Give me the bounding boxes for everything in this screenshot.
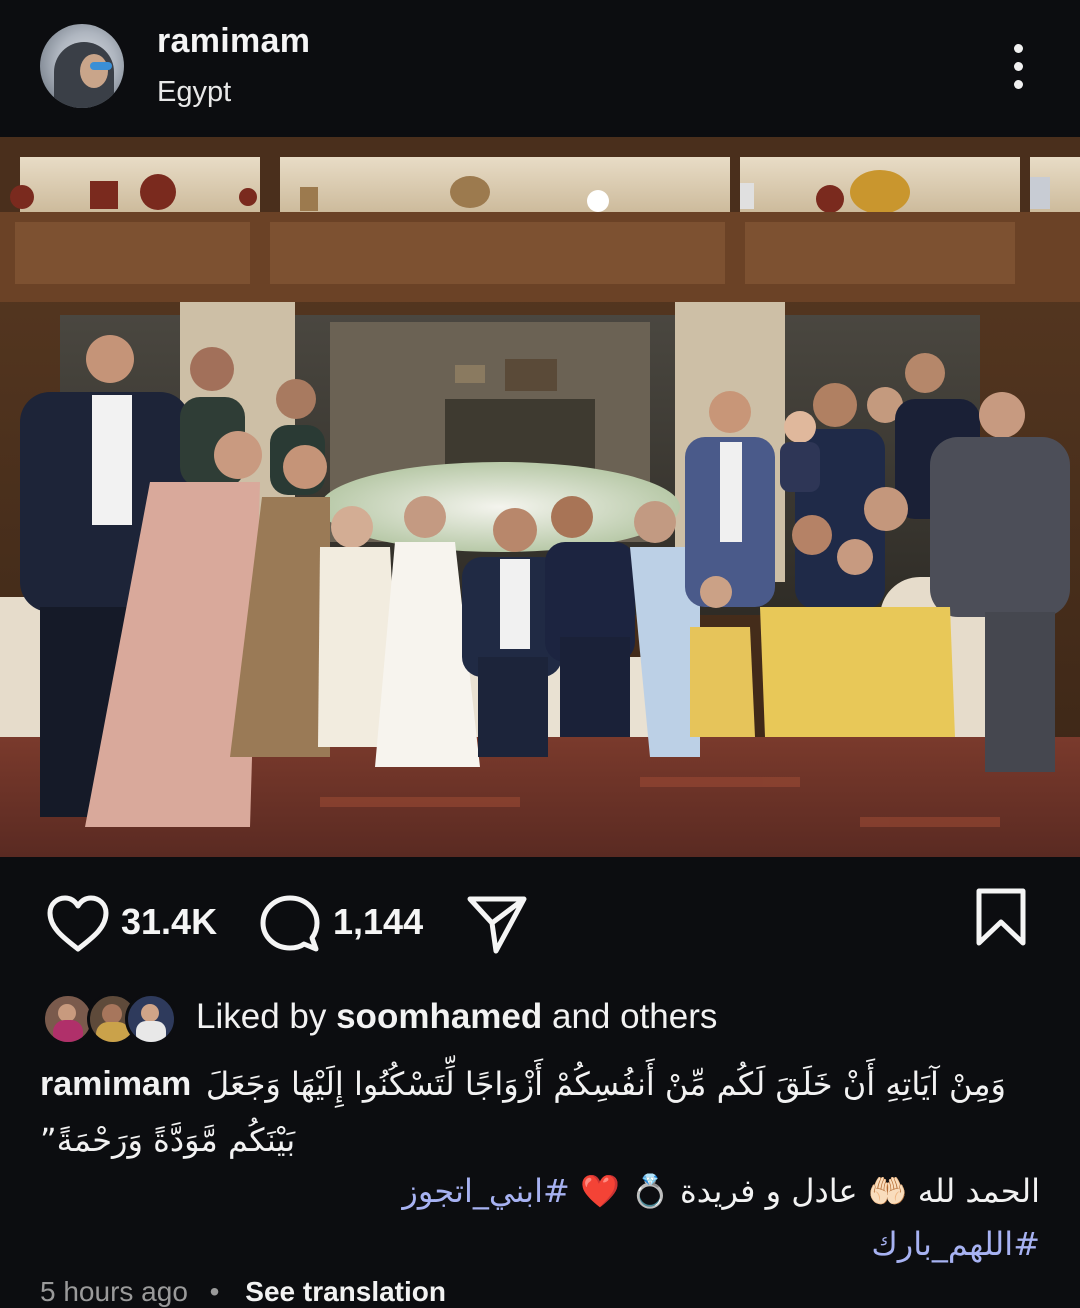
liked-by-text: Liked by soomhamed and others (196, 997, 717, 1037)
post-footer: 5 hours ago • See translation (40, 1276, 446, 1308)
caption-line-3: الحمد لله 🤲🏻 عادل و فريدة 💍 ❤️ #ابني_اتج… (402, 1164, 1040, 1218)
caption-blessing-text: الحمد لله 🤲🏻 عادل و فريدة 💍 (629, 1172, 1040, 1210)
liked-by-suffix[interactable]: and others (542, 997, 717, 1036)
caption-line-4: #اللهم_بارك (871, 1217, 1040, 1271)
hashtag-link[interactable]: #اللهم_بارك (871, 1225, 1040, 1263)
comment-count[interactable]: 1,144 (333, 901, 423, 943)
like-count[interactable]: 31.4K (121, 901, 217, 943)
profile-avatar[interactable] (40, 24, 124, 108)
more-options-icon[interactable] (1002, 42, 1036, 92)
comment-bubble-icon[interactable] (258, 893, 322, 955)
caption-username[interactable]: ramimam (40, 1057, 191, 1111)
red-heart-icon: ❤️ (579, 1172, 620, 1210)
save-bookmark-icon[interactable] (975, 887, 1027, 947)
hashtag-link[interactable]: #ابني_اتجوز (402, 1172, 569, 1210)
footer-separator: • (209, 1276, 220, 1307)
caption-verse-2: بَيْنَكُم مَّوَدَّةً وَرَحْمَةً” (40, 1121, 296, 1159)
see-translation-link[interactable]: See translation (245, 1276, 446, 1307)
post-actions: 31.4K 1,144 (0, 857, 1080, 987)
liked-by-user[interactable]: soomhamed (336, 997, 542, 1036)
post-timestamp: 5 hours ago (40, 1276, 188, 1307)
post-image[interactable] (0, 137, 1080, 857)
liker-avatar (125, 993, 177, 1045)
post-header: ramimam Egypt (0, 0, 1080, 137)
caption-verse-1: وَمِنْ آيَاتِهِ أَنْ خَلَقَ لَكُم مِّنْ … (205, 1065, 1006, 1103)
liked-by-row[interactable]: Liked by soomhamed and others (0, 987, 1080, 1047)
post-location[interactable]: Egypt (157, 76, 231, 109)
post-username[interactable]: ramimam (157, 22, 310, 61)
caption-line-1: ramimam وَمِنْ آيَاتِهِ أَنْ خَلَقَ لَكُ… (40, 1057, 1040, 1111)
liked-by-prefix: Liked by (196, 997, 337, 1036)
share-send-icon[interactable] (466, 893, 528, 955)
like-heart-icon[interactable] (46, 895, 110, 953)
